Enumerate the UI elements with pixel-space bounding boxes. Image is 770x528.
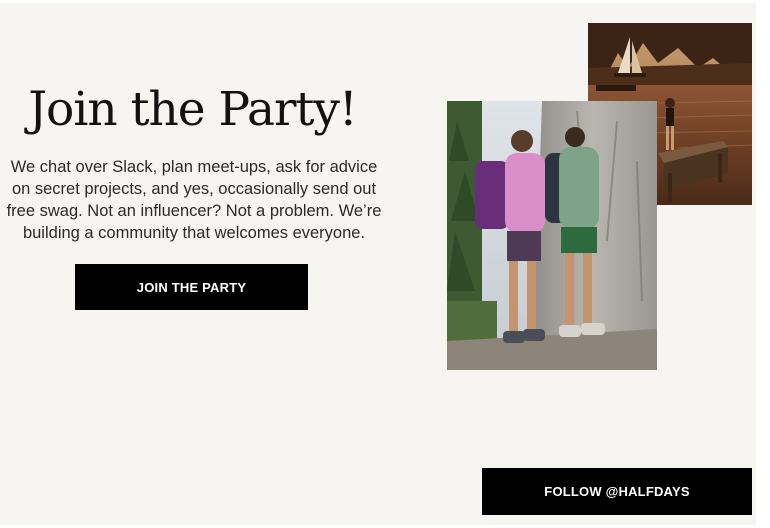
- right-edge: [756, 0, 770, 528]
- community-description: We chat over Slack, plan meet-ups, ask f…: [0, 156, 396, 244]
- hikers-photo: [447, 101, 657, 370]
- description-line: free swag. Not an influencer? Not a prob…: [6, 202, 382, 220]
- follow-halfdays-button[interactable]: FOLLOW @HALFDAYS: [482, 468, 752, 515]
- top-edge: [0, 0, 770, 3]
- join-the-party-button[interactable]: JOIN THE PARTY: [75, 264, 308, 310]
- description-line: We chat over Slack, plan meet-ups, ask f…: [10, 158, 378, 176]
- description-line: building a community that welcomes every…: [22, 224, 366, 242]
- page-title: Join the Party!: [28, 82, 358, 137]
- hikers-illustration: [447, 101, 657, 370]
- description-line: on secret projects, and yes, occasionall…: [11, 180, 377, 198]
